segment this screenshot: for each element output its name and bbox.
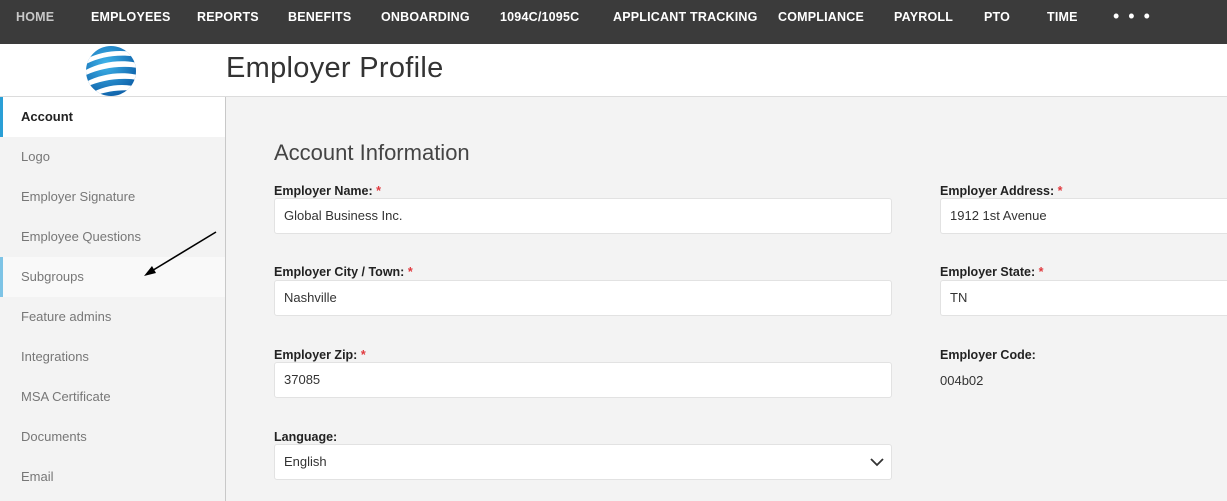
chevron-down-icon	[870, 458, 884, 467]
page-title: Employer Profile	[226, 52, 444, 84]
employer-state-value: TN	[950, 290, 968, 305]
employer-code-label: Employer Code:	[940, 348, 1036, 362]
sidebar-item-documents[interactable]: Documents	[0, 417, 225, 457]
more-menu-icon[interactable]: • • •	[1113, 6, 1152, 27]
employer-name-label: Employer Name: *	[274, 184, 382, 198]
annotation-arrow-icon	[144, 231, 217, 276]
globe-logo-icon	[86, 46, 136, 96]
language-select[interactable]: English	[274, 444, 892, 480]
required-mark: *	[1057, 184, 1063, 198]
nav-onboarding[interactable]: ONBOARDING	[381, 10, 470, 24]
nav-pto[interactable]: PTO	[984, 10, 1010, 24]
employer-name-field[interactable]: Global Business Inc.	[274, 198, 892, 234]
employer-zip-value: 37085	[284, 372, 321, 387]
section-title: Account Information	[274, 140, 470, 165]
employer-code-value: 004b02	[940, 373, 984, 388]
employer-address-field[interactable]: 1912 1st Avenue	[940, 198, 1227, 234]
employer-zip-label: Employer Zip: *	[274, 348, 366, 362]
employer-address-label: Employer Address: *	[940, 184, 1063, 198]
nav-reports[interactable]: REPORTS	[197, 10, 259, 24]
sidebar-item-email[interactable]: Email	[0, 457, 225, 497]
required-mark: *	[360, 348, 366, 362]
language-label: Language:	[274, 430, 338, 444]
employer-state-field[interactable]: TN	[940, 280, 1227, 316]
employer-city-value: Nashville	[284, 290, 337, 305]
nav-employees[interactable]: EMPLOYEES	[91, 10, 171, 24]
language-value: English	[284, 454, 327, 469]
nav-time[interactable]: TIME	[1047, 10, 1078, 24]
nav-1094c-1095c[interactable]: 1094C/1095C	[500, 10, 579, 24]
sidebar-item-integrations[interactable]: Integrations	[0, 337, 225, 377]
nav-compliance[interactable]: COMPLIANCE	[778, 10, 864, 24]
page-header: Employer Profile	[0, 44, 1227, 97]
nav-home[interactable]: HOME	[16, 10, 54, 24]
employer-city-field[interactable]: Nashville	[274, 280, 892, 316]
nav-benefits[interactable]: BENEFITS	[288, 10, 351, 24]
employer-zip-field[interactable]: 37085	[274, 362, 892, 398]
sidebar-item-msa-certificate[interactable]: MSA Certificate	[0, 377, 225, 417]
employer-state-label: Employer State: *	[940, 265, 1044, 279]
sidebar-item-employer-signature[interactable]: Employer Signature	[0, 177, 225, 217]
required-mark: *	[1038, 265, 1044, 279]
sidebar-item-logo[interactable]: Logo	[0, 137, 225, 177]
sidebar-item-account[interactable]: Account	[0, 97, 225, 137]
sidebar: Account Logo Employer Signature Employee…	[0, 97, 226, 501]
nav-payroll[interactable]: PAYROLL	[894, 10, 953, 24]
top-nav: HOME EMPLOYEES REPORTS BENEFITS ONBOARDI…	[0, 0, 1227, 44]
required-mark: *	[376, 184, 382, 198]
required-mark: *	[407, 265, 413, 279]
employer-address-value: 1912 1st Avenue	[950, 208, 1047, 223]
employer-name-value: Global Business Inc.	[284, 208, 403, 223]
sidebar-item-feature-admins[interactable]: Feature admins	[0, 297, 225, 337]
employer-city-label: Employer City / Town: *	[274, 265, 413, 279]
nav-applicant-tracking[interactable]: APPLICANT TRACKING	[613, 10, 758, 24]
